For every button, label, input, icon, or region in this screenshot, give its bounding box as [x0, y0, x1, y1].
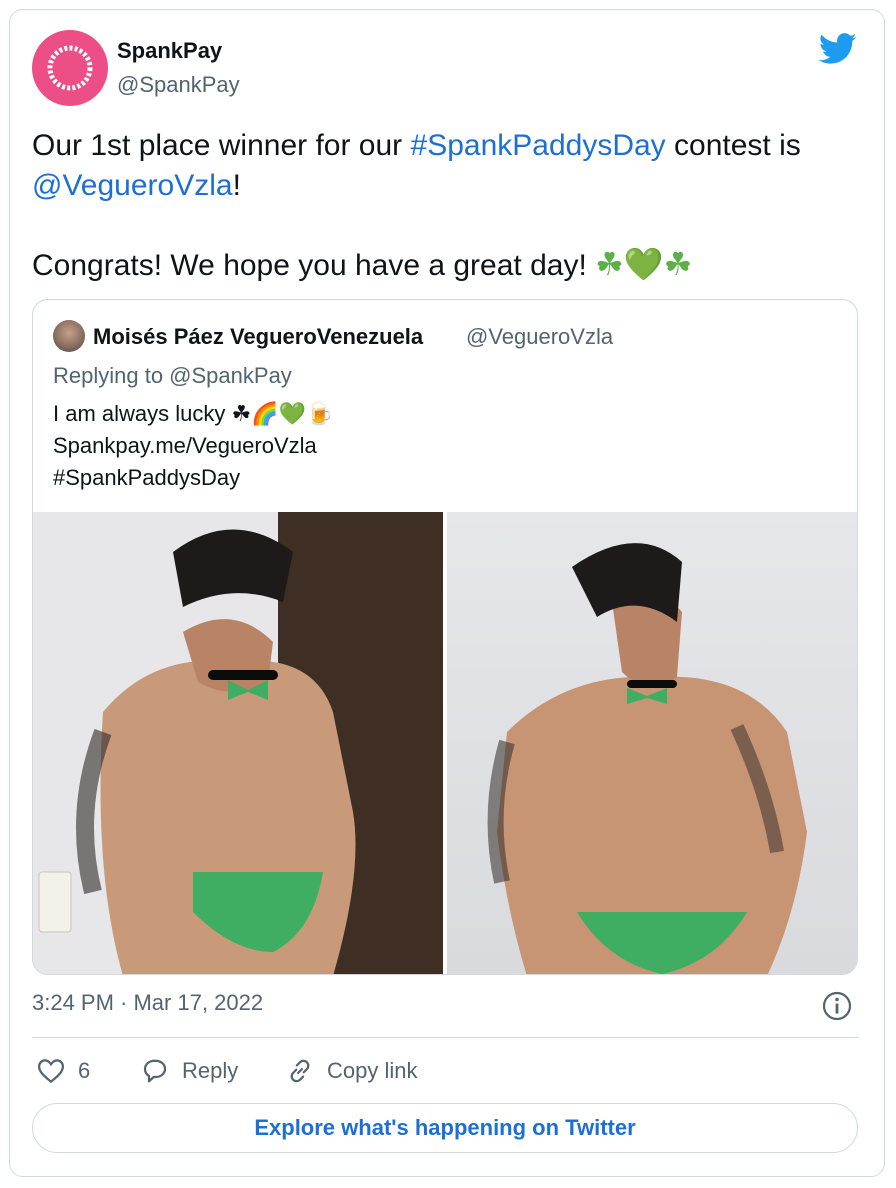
green-heart-emoji: 💚	[623, 246, 664, 282]
link-icon	[290, 1059, 310, 1083]
photo-right-figure	[487, 543, 807, 974]
reply-label: Reply	[182, 1058, 239, 1083]
quoted-line1: I am always lucky	[53, 401, 232, 426]
author-name[interactable]: SpankPay	[117, 38, 222, 64]
quoted-tweet[interactable]: Moisés Páez VegueroVenezuela @VegueroVzl…	[32, 299, 858, 975]
tweet-timestamp[interactable]: 3:24 PM · Mar 17, 2022	[32, 990, 263, 1016]
mention-link[interactable]: @VegueroVzla	[32, 169, 233, 202]
quoted-text: I am always lucky ☘🌈💚🍺 Spankpay.me/Vegue…	[53, 398, 333, 494]
shamrock-emoji: ☘	[663, 245, 693, 283]
photo-right[interactable]	[447, 512, 857, 974]
photo-left[interactable]	[33, 512, 443, 974]
twitter-bird-icon[interactable]	[819, 32, 857, 66]
heart-icon	[37, 1059, 65, 1084]
quoted-avatar[interactable]	[53, 320, 85, 352]
spankpay-logo-icon	[47, 45, 93, 91]
explore-button[interactable]: Explore what's happening on Twitter	[32, 1103, 858, 1153]
tweet-text: Our 1st place winner for our #SpankPaddy…	[32, 126, 862, 286]
divider	[32, 1037, 858, 1038]
replying-to: Replying to @SpankPay	[53, 363, 292, 388]
shamrock-emoji: ☘	[595, 245, 624, 283]
copy-link-label: Copy link	[327, 1058, 418, 1083]
quoted-author-handle[interactable]: @VegueroVzla	[466, 324, 613, 350]
quoted-link[interactable]: Spankpay.me/VegueroVzla	[53, 430, 333, 462]
tweet-text-line2: Congrats! We hope you have a great day!	[32, 249, 596, 282]
like-button[interactable]: 6	[36, 1054, 90, 1088]
author-avatar[interactable]	[32, 30, 108, 106]
reply-bubble-icon	[143, 1059, 167, 1083]
copy-link-button[interactable]: Copy link	[285, 1054, 417, 1088]
quoted-author-name[interactable]: Moisés Páez VegueroVenezuela	[93, 324, 423, 350]
like-count: 6	[78, 1058, 91, 1083]
author-handle[interactable]: @SpankPay	[117, 72, 240, 98]
photo-left-figure	[33, 512, 443, 974]
tweet-text-post: !	[232, 169, 241, 202]
reply-button[interactable]: Reply	[140, 1054, 238, 1088]
hashtag-link[interactable]: #SpankPaddysDay	[411, 129, 666, 162]
tweet-text-mid: contest is	[665, 129, 801, 162]
info-icon[interactable]	[821, 990, 853, 1022]
tweet-text-pre: Our 1st place winner for our	[32, 129, 411, 162]
quoted-emoji: ☘🌈💚🍺	[231, 401, 334, 426]
quoted-hashtag[interactable]: #SpankPaddysDay	[53, 462, 333, 494]
